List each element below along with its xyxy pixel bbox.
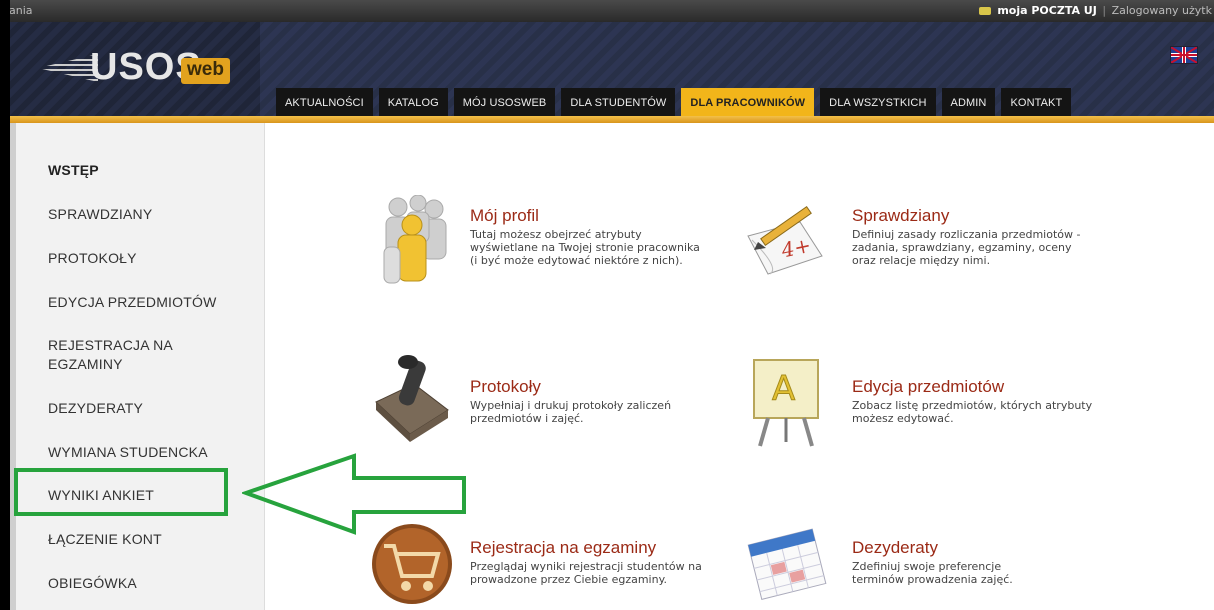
separator: | bbox=[1102, 4, 1107, 17]
sidebar-item-edycja-przedmiotow[interactable]: EDYCJA PRZEDMIOTÓW bbox=[48, 293, 248, 312]
site-header: USOS web AKTUALNOŚCI KATALOG MÓJ USOSWEB… bbox=[10, 22, 1214, 116]
highlight-box bbox=[14, 468, 228, 516]
card-desc-protokoly: Wypełniaj i drukuj protokoły zaliczeń pr… bbox=[470, 399, 672, 425]
sidebar-item-rejestracja[interactable]: REJESTRACJA NA EGZAMINY bbox=[48, 336, 248, 374]
card-desc-moj-profil: Tutaj możesz obejrzeć atrybuty wyświetla… bbox=[470, 228, 700, 267]
card-title-protokoly[interactable]: Protokoły bbox=[470, 377, 541, 397]
card-desc-rejestracja: Przeglądaj wyniki rejestracji studentów … bbox=[470, 560, 702, 586]
tab-dla-pracownikow[interactable]: DLA PRACOWNIKÓW bbox=[681, 88, 815, 116]
card-desc-sprawdziany: Definiuj zasady rozliczania przedmiotów … bbox=[852, 228, 1081, 267]
card-title-rejestracja[interactable]: Rejestracja na egzaminy bbox=[470, 538, 656, 558]
card-desc-edycja-przedmiotow: Zobacz listę przedmiotów, których atrybu… bbox=[852, 399, 1093, 425]
card-title-sprawdziany[interactable]: Sprawdziany bbox=[852, 206, 949, 226]
calendar-icon[interactable] bbox=[744, 524, 832, 604]
sidebar-item-dezyderaty[interactable]: DEZYDERATY bbox=[48, 399, 248, 418]
card-title-moj-profil[interactable]: Mój profil bbox=[470, 206, 539, 226]
tab-katalog[interactable]: KATALOG bbox=[378, 88, 448, 116]
top-right-links: moja POCZTA UJ | Zalogowany użytk bbox=[979, 4, 1212, 17]
tab-dla-studentow[interactable]: DLA STUDENTÓW bbox=[561, 88, 676, 116]
card-desc-dezyderaty: Zdefiniuj swoje preferencje terminów pro… bbox=[852, 560, 1013, 586]
uk-flag-icon[interactable] bbox=[1170, 46, 1198, 64]
grade-pencil-icon[interactable]: 4+ bbox=[740, 196, 832, 282]
header-gold-divider bbox=[10, 116, 1214, 123]
top-status-bar: wania moja POCZTA UJ | Zalogowany użytk bbox=[10, 0, 1214, 22]
svg-text:A: A bbox=[772, 369, 795, 409]
sidebar-item-wymiana-studencka[interactable]: WYMIANA STUDENCKA bbox=[48, 443, 248, 462]
sidebar-item-sprawdziany[interactable]: SPRAWDZIANY bbox=[48, 205, 248, 224]
top-left-text: wania bbox=[10, 4, 33, 17]
mail-link[interactable]: moja POCZTA UJ bbox=[997, 4, 1097, 17]
sidebar-item-laczenie-kont[interactable]: ŁĄCZENIE KONT bbox=[48, 530, 248, 549]
logo-area: USOS web bbox=[10, 22, 260, 116]
logo-stripes-icon bbox=[38, 54, 98, 82]
people-icon[interactable] bbox=[374, 195, 454, 287]
cart-icon[interactable] bbox=[370, 520, 454, 610]
tab-admin[interactable]: ADMIN bbox=[941, 88, 996, 116]
sidebar: WSTĘP SPRAWDZIANY PROTOKOŁY EDYCJA PRZED… bbox=[10, 123, 265, 610]
sidebar-item-protokoly[interactable]: PROTOKOŁY bbox=[48, 249, 248, 268]
tab-dla-wszystkich[interactable]: DLA WSZYSTKICH bbox=[820, 88, 936, 116]
sidebar-item-wstep[interactable]: WSTĘP bbox=[48, 161, 248, 180]
tab-aktualnosci[interactable]: AKTUALNOŚCI bbox=[276, 88, 373, 116]
logged-user-text: Zalogowany użytk bbox=[1111, 4, 1212, 17]
card-title-edycja-przedmiotow[interactable]: Edycja przedmiotów bbox=[852, 377, 1004, 397]
card-title-dezyderaty[interactable]: Dezyderaty bbox=[852, 538, 938, 558]
browser-frame: wania moja POCZTA UJ | Zalogowany użytk … bbox=[10, 0, 1214, 610]
mail-icon bbox=[979, 7, 992, 15]
stamp-icon[interactable] bbox=[368, 354, 458, 446]
tab-moj-usosweb[interactable]: MÓJ USOSWEB bbox=[453, 88, 556, 116]
main-nav: AKTUALNOŚCI KATALOG MÓJ USOSWEB DLA STUD… bbox=[276, 88, 1072, 116]
sidebar-item-obiegowka[interactable]: OBIEGÓWKA bbox=[48, 574, 248, 593]
logo-badge: web bbox=[181, 58, 230, 84]
tab-kontakt[interactable]: KONTAKT bbox=[1001, 88, 1072, 116]
easel-icon[interactable]: A bbox=[742, 352, 830, 448]
sidebar-edge bbox=[10, 123, 16, 610]
